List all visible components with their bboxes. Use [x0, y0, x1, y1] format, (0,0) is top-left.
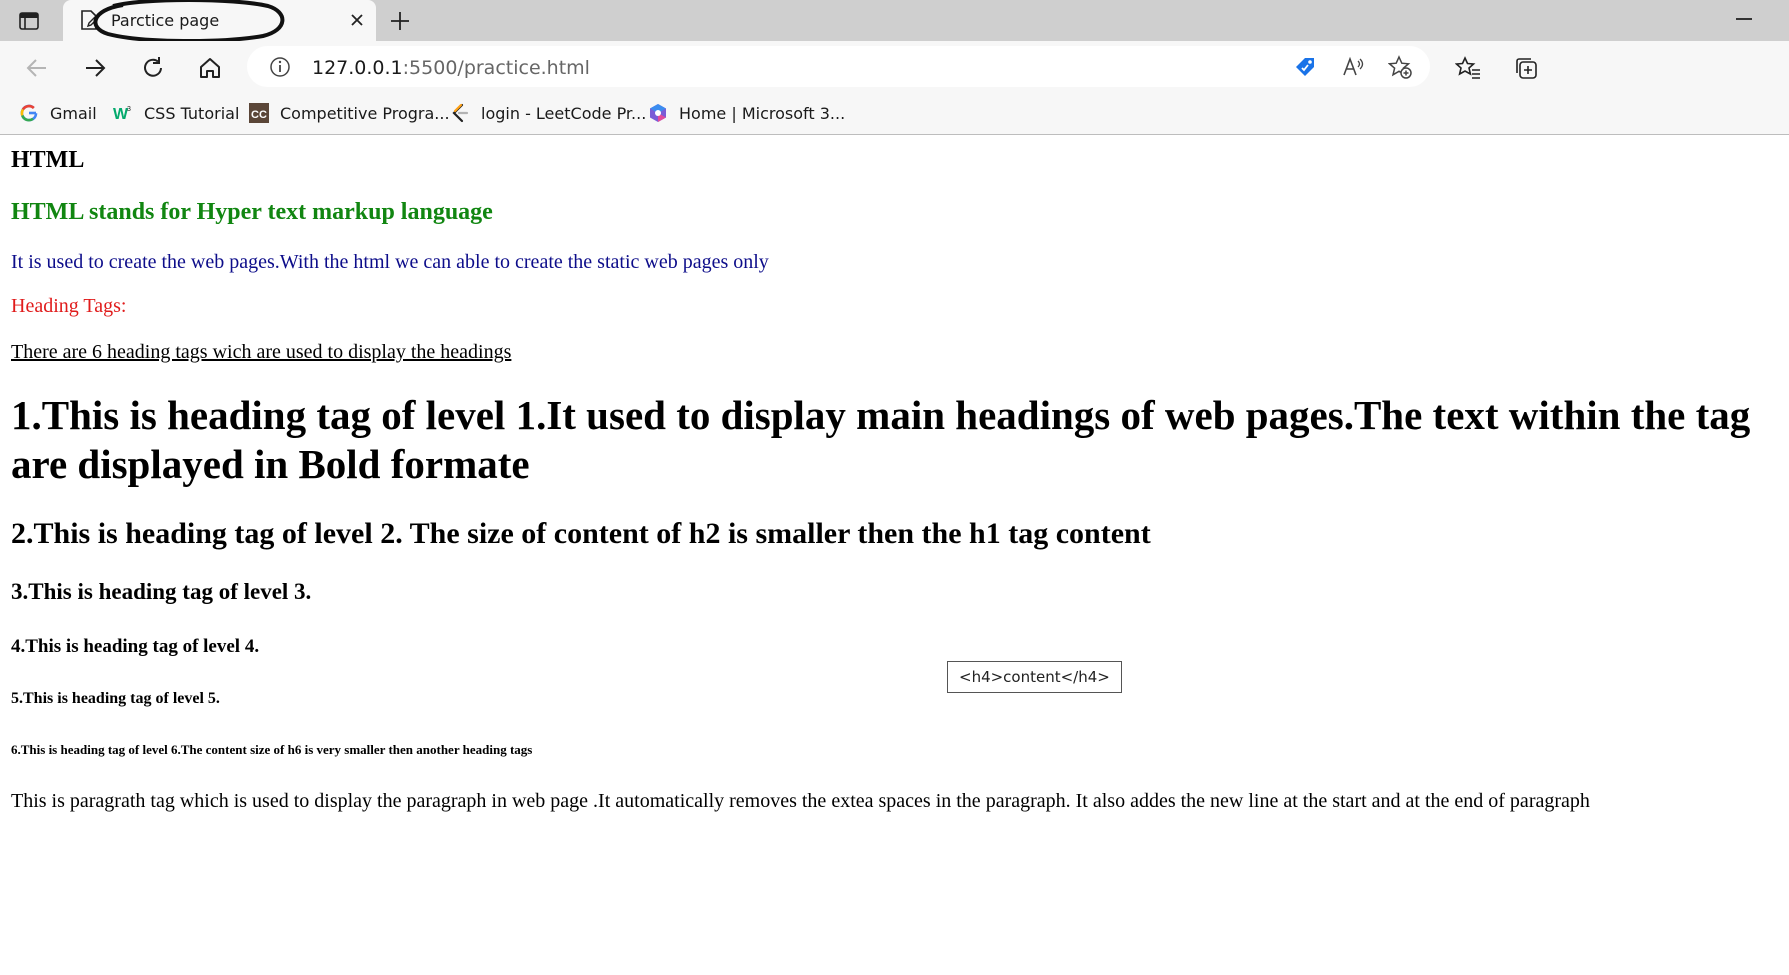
svg-text:CC: CC: [251, 109, 267, 121]
collections-icon[interactable]: [1513, 55, 1539, 81]
back-arrow-icon[interactable]: [24, 55, 50, 81]
paragraph-text: This is paragrath tag which is used to d…: [11, 790, 1590, 812]
bookmark-label: CSS Tutorial: [144, 103, 240, 123]
element-tooltip: <h4>content</h4>: [947, 661, 1122, 693]
w3schools-icon: W3: [113, 103, 133, 123]
heading-level-5: 5.This is heading tag of level 5.: [11, 690, 220, 707]
bookmark-competitive-programming[interactable]: CC Competitive Progra...: [249, 101, 450, 125]
cc-icon: CC: [249, 103, 269, 123]
address-bar[interactable]: 127.0.0.1:5500/practice.html: [247, 46, 1430, 87]
url-host: 127.0.0.1: [312, 57, 403, 79]
bookmarks-bar: Gmail W3 CSS Tutorial CC Competitive Pro…: [0, 93, 1789, 135]
leetcode-icon: [450, 103, 470, 123]
bookmark-label: Competitive Progra...: [280, 103, 450, 123]
bookmark-label: login - LeetCode Pr...: [481, 103, 647, 123]
svg-text:3: 3: [127, 106, 131, 113]
heading-level-3: 3.This is heading tag of level 3.: [11, 579, 312, 604]
hand-drawn-circle-annotation: [93, 0, 285, 44]
bookmark-css-tutorial[interactable]: W3 CSS Tutorial: [113, 101, 239, 125]
section-label: Heading Tags:: [11, 295, 127, 317]
heading-level-1: 1.This is heading tag of level 1.It used…: [11, 392, 1751, 487]
tab-bar: Parctice page: [0, 0, 1789, 44]
heading-level-2: 2.This is heading tag of level 2. The si…: [11, 517, 1151, 550]
close-icon[interactable]: [349, 12, 365, 28]
home-icon[interactable]: [197, 55, 223, 81]
page-title-heading: HTML: [11, 147, 85, 173]
intro-paragraph: It is used to create the web pages.With …: [11, 251, 769, 273]
bookmark-label: Home | Microsoft 3...: [679, 103, 846, 123]
section-note: There are 6 heading tags wich are used t…: [11, 341, 512, 363]
tab-active[interactable]: Parctice page: [63, 0, 376, 44]
refresh-icon[interactable]: [140, 55, 166, 81]
microsoft365-icon: [648, 103, 668, 123]
page-content: HTML HTML stands for Hyper text markup l…: [0, 135, 1789, 975]
add-favorite-star-icon[interactable]: [1387, 55, 1412, 79]
bookmark-microsoft-365[interactable]: Home | Microsoft 3...: [648, 101, 845, 125]
bookmark-leetcode[interactable]: login - LeetCode Pr...: [450, 101, 646, 125]
coupon-tag-icon[interactable]: [1293, 55, 1317, 79]
favorites-icon[interactable]: [1454, 55, 1481, 81]
bookmark-gmail[interactable]: Gmail: [19, 101, 97, 125]
heading-level-4: 4.This is heading tag of level 4.: [11, 636, 260, 657]
read-aloud-icon[interactable]: [1341, 55, 1365, 79]
navigation-toolbar: 127.0.0.1:5500/practice.html: [0, 41, 1789, 93]
minimize-icon[interactable]: [1736, 18, 1752, 20]
subtitle-heading: HTML stands for Hyper text markup langua…: [11, 199, 493, 225]
forward-arrow-icon[interactable]: [82, 55, 108, 81]
new-tab-plus-icon[interactable]: [389, 10, 411, 32]
google-icon: [19, 103, 39, 123]
url-text[interactable]: 127.0.0.1:5500/practice.html: [312, 57, 590, 79]
tab-actions-icon[interactable]: [18, 10, 40, 32]
url-path: :5500/practice.html: [402, 57, 590, 79]
heading-level-6: 6.This is heading tag of level 6.The con…: [11, 742, 533, 757]
site-info-icon[interactable]: [269, 56, 291, 78]
bookmark-label: Gmail: [50, 103, 97, 123]
